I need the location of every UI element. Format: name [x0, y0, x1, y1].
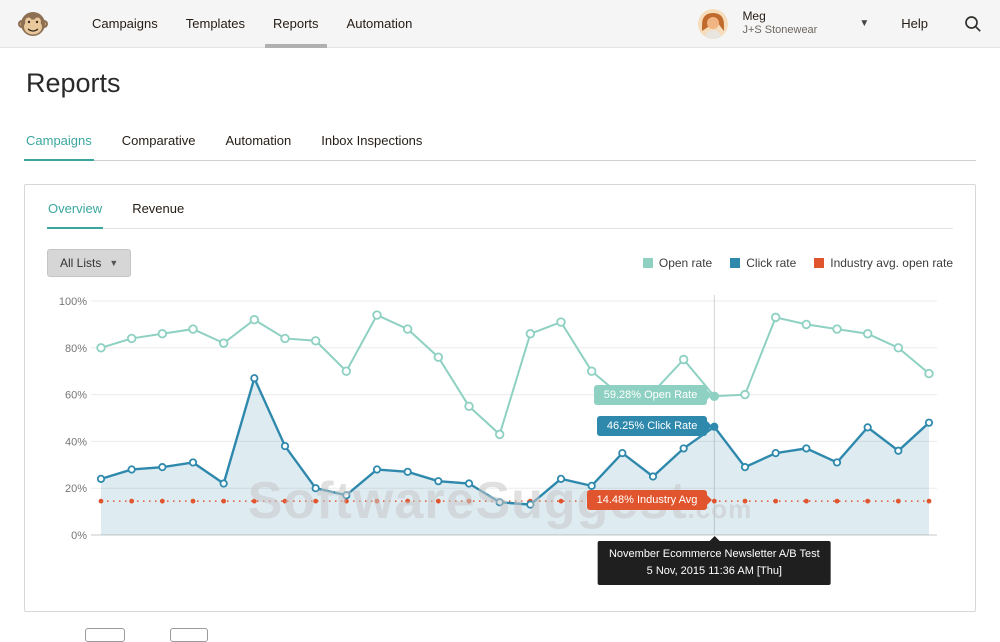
campaign-tooltip-title: November Ecommerce Newsletter A/B Test: [609, 546, 820, 563]
all-lists-dropdown[interactable]: All Lists ▼: [47, 249, 131, 277]
nav-reports[interactable]: Reports: [259, 0, 333, 48]
chart-area[interactable]: 0%20%40%60%80%100% SoftwareSuggest.com 5…: [47, 289, 953, 589]
click-rate-tooltip: 46.25% Click Rate: [597, 416, 708, 436]
legend-open-rate: Open rate: [643, 256, 712, 270]
open-rate-swatch: [643, 258, 653, 268]
search-icon[interactable]: [964, 15, 982, 33]
tab-comparative[interactable]: Comparative: [120, 133, 198, 160]
tab-inbox-inspections[interactable]: Inbox Inspections: [319, 133, 424, 160]
cut-off-button-1[interactable]: [85, 628, 125, 642]
subtab-overview[interactable]: Overview: [47, 201, 103, 229]
mailchimp-logo-icon[interactable]: [18, 9, 48, 39]
svg-text:60%: 60%: [65, 390, 87, 402]
campaign-report-card: Overview Revenue All Lists ▼ Open rate C…: [24, 184, 976, 612]
subtab-revenue[interactable]: Revenue: [131, 201, 185, 228]
primary-nav: Campaigns Templates Reports Automation: [78, 0, 426, 48]
campaign-tooltip: November Ecommerce Newsletter A/B Test 5…: [598, 541, 831, 585]
chart-legend: Open rate Click rate Industry avg. open …: [643, 256, 953, 270]
open-rate-tooltip: 59.28% Open Rate: [594, 385, 708, 405]
svg-text:40%: 40%: [65, 436, 87, 448]
legend-open-rate-label: Open rate: [659, 256, 712, 270]
legend-industry-avg: Industry avg. open rate: [814, 256, 953, 270]
user-name: Meg: [742, 9, 817, 24]
legend-click-rate: Click rate: [730, 256, 796, 270]
report-subtabs: Overview Revenue: [47, 185, 953, 229]
legend-click-rate-label: Click rate: [746, 256, 796, 270]
svg-text:100%: 100%: [59, 296, 87, 308]
nav-campaigns[interactable]: Campaigns: [78, 0, 172, 48]
cut-off-button-2[interactable]: [170, 628, 208, 642]
user-avatar[interactable]: [698, 9, 728, 39]
industry-avg-tooltip: 14.48% Industry Avg: [587, 490, 708, 510]
page-title: Reports: [26, 68, 976, 99]
user-org: J+S Stonewear: [742, 24, 817, 38]
caret-down-icon: ▼: [109, 258, 118, 268]
nav-templates[interactable]: Templates: [172, 0, 259, 48]
campaign-performance-chart[interactable]: 0% 20% 40% 60% 80% 100%: [47, 289, 951, 557]
all-lists-label: All Lists: [60, 256, 101, 270]
svg-text:80%: 80%: [65, 343, 87, 355]
campaign-tooltip-date: 5 Nov, 2015 11:36 AM [Thu]: [609, 563, 820, 580]
tab-campaigns[interactable]: Campaigns: [24, 133, 94, 161]
nav-automation[interactable]: Automation: [333, 0, 427, 48]
user-info[interactable]: Meg J+S Stonewear: [742, 9, 817, 38]
svg-text:20%: 20%: [65, 483, 87, 495]
help-link[interactable]: Help: [901, 16, 928, 31]
legend-industry-avg-label: Industry avg. open rate: [830, 256, 953, 270]
top-nav: Campaigns Templates Reports Automation M…: [0, 0, 1000, 48]
chevron-down-icon[interactable]: ▼: [859, 18, 869, 29]
svg-text:0%: 0%: [71, 530, 87, 542]
industry-avg-swatch: [814, 258, 824, 268]
tab-automation[interactable]: Automation: [223, 133, 293, 160]
click-rate-swatch: [730, 258, 740, 268]
report-tabs: Campaigns Comparative Automation Inbox I…: [24, 133, 976, 161]
